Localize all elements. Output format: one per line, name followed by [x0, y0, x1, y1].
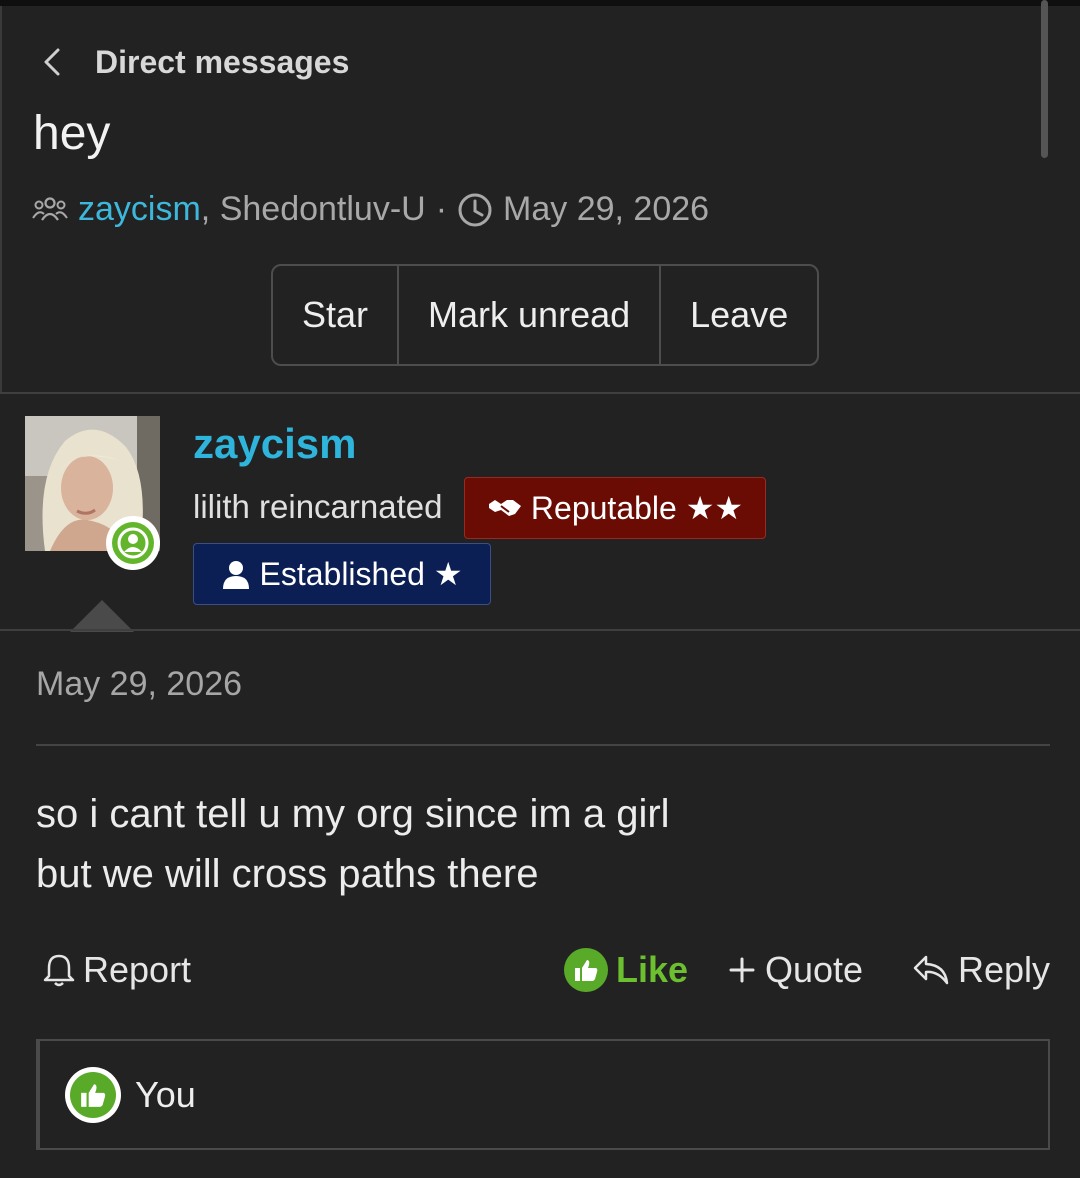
thumbs-up-icon [65, 1066, 121, 1123]
likes-summary-text[interactable]: You [135, 1074, 196, 1116]
reply-label: Reply [958, 949, 1051, 990]
conversation-title: hey [33, 107, 111, 160]
handshake-icon [488, 500, 521, 516]
message-arrow [70, 600, 134, 632]
bell-icon [43, 954, 75, 987]
message-divider [0, 629, 1080, 631]
report-label: Report [83, 949, 192, 990]
leave-button[interactable]: Leave [659, 266, 817, 364]
like-button[interactable]: Like [564, 940, 688, 1000]
breadcrumb-direct-messages[interactable]: Direct messages [95, 44, 349, 81]
plus-icon [729, 957, 755, 983]
participant-shedontluv-u[interactable]: Shedontluv-U [220, 190, 426, 229]
reputable-badge: Reputable ★★ [464, 477, 766, 539]
quote-label: Quote [765, 949, 864, 990]
conversation-header: Direct messages hey zaycism, Shedontluv-… [0, 6, 1080, 392]
participants-icon [32, 196, 68, 221]
user-icon [223, 561, 250, 589]
conversation-meta: zaycism, Shedontluv-U · May 29, 2026 [32, 190, 709, 229]
star-button[interactable]: Star [273, 266, 397, 364]
report-button[interactable]: Report [43, 940, 191, 1000]
clock-icon [458, 193, 492, 226]
post-date: May 29, 2026 [36, 665, 243, 703]
participant-link-zaycism[interactable]: zaycism [78, 190, 201, 229]
thumbs-up-icon [564, 948, 608, 992]
quote-button[interactable]: Quote [727, 940, 863, 1000]
user-title: lilith reincarnated [193, 488, 443, 525]
post-rule [36, 744, 1050, 746]
back-chevron-icon[interactable] [40, 44, 64, 80]
conversation-date: May 29, 2026 [503, 190, 710, 228]
likes-summary: You [36, 1039, 1050, 1150]
message-line: but we will cross paths there [36, 852, 539, 896]
established-badge: Established ★ [193, 543, 491, 605]
established-badge-label: Established ★ [259, 556, 463, 592]
reply-button[interactable]: Reply [912, 940, 1050, 1000]
post-author[interactable]: zaycism [193, 420, 356, 468]
participant-separator: , [200, 190, 211, 228]
mark-unread-button[interactable]: Mark unread [397, 266, 659, 364]
reply-arrow-icon [913, 955, 949, 985]
message-line: so i cant tell u my org since im a girl [36, 792, 670, 836]
conversation-actions: Star Mark unread Leave [271, 264, 820, 366]
post-controls: Report Like Quote Reply [0, 940, 1080, 1000]
online-status-icon [106, 516, 160, 570]
reputable-badge-label: Reputable ★★ [530, 490, 744, 526]
message-body: so i cant tell u my org since im a girl … [36, 784, 670, 904]
header-divider [0, 392, 1080, 394]
meta-dot: · [435, 190, 448, 228]
like-label: Like [616, 949, 689, 990]
